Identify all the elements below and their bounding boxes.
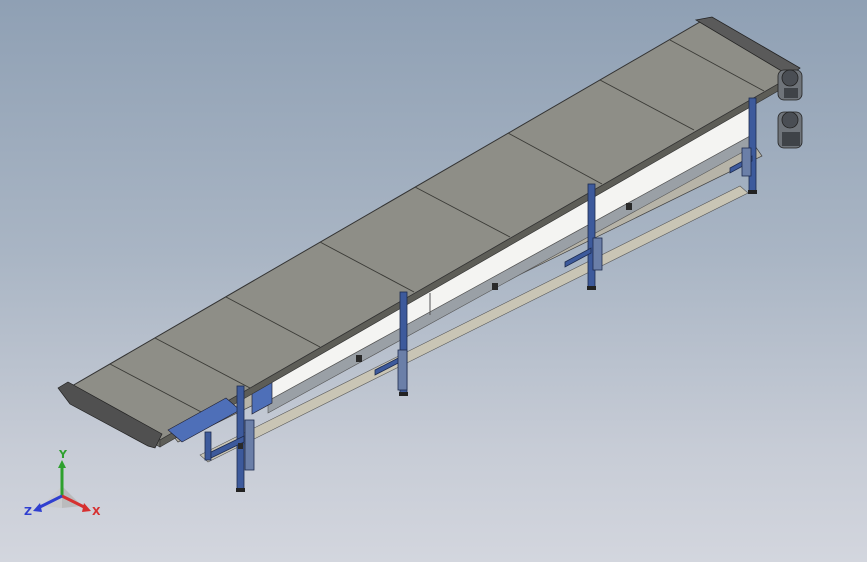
x-axis-head [82,503,91,512]
cad-viewport[interactable]: Y X Z [0,0,867,562]
z-axis-head [33,503,42,512]
conveyor-model[interactable] [0,0,867,562]
belt-surface [63,21,793,441]
y-axis-head [58,460,66,468]
y-axis-label: Y [58,448,68,461]
x-axis-label: X [92,505,101,518]
belt-side-edge [159,75,793,448]
orientation-triad[interactable]: Y X Z [22,448,112,528]
z-axis-label: Z [24,505,32,518]
drive-motor-lower [777,111,803,149]
drive-motor-upper [777,69,803,101]
